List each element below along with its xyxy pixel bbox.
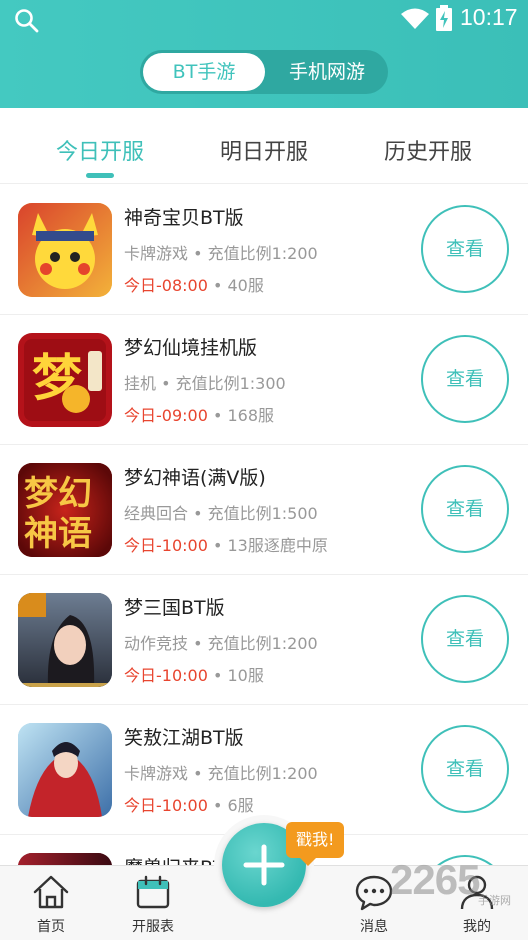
open-time: 今日-08:00 <box>124 276 208 295</box>
game-icon <box>18 853 112 865</box>
view-button[interactable]: 查看 <box>421 595 509 683</box>
game-name: 梦幻仙境挂机版 <box>124 337 258 359</box>
wifi-icon <box>401 8 429 29</box>
game-name: 梦三国BT版 <box>124 597 225 619</box>
view-button[interactable]: 查看 <box>421 205 509 293</box>
game-meta: 动作竞技 • 充值比例1:200 <box>124 634 318 653</box>
category-switch: BT手游 手机网游 <box>140 50 388 94</box>
server-number: • 168服 <box>207 406 275 425</box>
open-time: 今日-10:00 <box>124 666 208 685</box>
open-time: 今日-10:00 <box>124 796 208 815</box>
day-tabs: 今日开服 明日开服 历史开服 <box>0 108 528 184</box>
tab-tomorrow[interactable]: 明日开服 <box>189 134 339 166</box>
open-time: 今日-09:00 <box>124 406 208 425</box>
list-item[interactable]: 梦三国BT版 动作竞技 • 充值比例1:200 今日-10:00 • 10服 查… <box>0 575 528 705</box>
active-tab-indicator <box>86 173 114 178</box>
top-header: 10:17 BT手游 手机网游 <box>0 0 528 108</box>
calendar-icon <box>136 875 170 909</box>
game-name: 梦幻神语(满V版) <box>124 467 266 489</box>
watermark: 2265 手游网 <box>390 856 528 916</box>
view-button[interactable]: 查看 <box>421 335 509 423</box>
view-button[interactable]: 查看 <box>421 725 509 813</box>
nav-home[interactable]: 首页 <box>11 872 91 936</box>
chat-bubble-icon <box>355 875 393 911</box>
server-schedule: 今日-08:00 • 40服 <box>124 272 264 296</box>
watermark-text: 手游网 <box>478 894 511 907</box>
list-item[interactable]: 神奇宝贝BT版 卡牌游戏 • 充值比例1:200 今日-08:00 • 40服 … <box>0 185 528 315</box>
game-name: 魔兽归来BT <box>124 853 225 865</box>
watermark-number: 2265 <box>390 856 480 903</box>
home-icon <box>33 875 69 909</box>
list-item[interactable]: 梦幻 神语 梦幻神语(满V版) 经典回合 • 充值比例1:500 今日-10:0… <box>0 445 528 575</box>
game-name: 笑敖江湖BT版 <box>124 727 244 749</box>
game-icon <box>18 593 112 687</box>
game-icon: 梦 <box>18 333 112 427</box>
server-schedule: 今日-09:00 • 168服 <box>124 402 274 426</box>
svg-text:梦幻: 梦幻 <box>24 474 92 514</box>
tab-today[interactable]: 今日开服 <box>25 134 175 166</box>
nav-label: 我的 <box>463 919 491 935</box>
game-meta: 卡牌游戏 • 充值比例1:200 <box>124 244 318 263</box>
server-number: • 13服逐鹿中原 <box>207 536 328 555</box>
status-bar: 10:17 <box>0 0 528 38</box>
tab-mobile-online-games[interactable]: 手机网游 <box>268 53 386 91</box>
nav-label: 首页 <box>37 919 65 935</box>
open-time: 今日-10:00 <box>124 536 208 555</box>
game-icon <box>18 203 112 297</box>
tab-history[interactable]: 历史开服 <box>353 134 503 166</box>
list-item[interactable]: 梦 梦幻仙境挂机版 挂机 • 充值比例1:300 今日-09:00 • 168服… <box>0 315 528 445</box>
search-icon[interactable] <box>14 8 40 34</box>
battery-icon <box>436 5 452 31</box>
nav-schedule[interactable]: 开服表 <box>113 872 193 936</box>
server-schedule: 今日-10:00 • 13服逐鹿中原 <box>124 532 328 556</box>
svg-text:神语: 神语 <box>24 514 92 554</box>
server-schedule: 今日-10:00 • 6服 <box>124 792 254 816</box>
server-list: 神奇宝贝BT版 卡牌游戏 • 充值比例1:200 今日-08:00 • 40服 … <box>0 185 528 865</box>
server-number: • 6服 <box>207 796 254 815</box>
game-meta: 经典回合 • 充值比例1:500 <box>124 504 318 523</box>
view-button[interactable]: 查看 <box>421 465 509 553</box>
server-number: • 10服 <box>207 666 264 685</box>
game-meta: 挂机 • 充值比例1:300 <box>124 374 286 393</box>
nav-label: 消息 <box>360 919 388 935</box>
game-icon <box>18 723 112 817</box>
tab-bt-games[interactable]: BT手游 <box>143 53 265 91</box>
game-name: 神奇宝贝BT版 <box>124 207 244 229</box>
game-icon: 梦幻 神语 <box>18 463 112 557</box>
nav-label: 开服表 <box>132 919 174 935</box>
game-meta: 卡牌游戏 • 充值比例1:200 <box>124 764 318 783</box>
server-schedule: 今日-10:00 • 10服 <box>124 662 264 686</box>
server-number: • 40服 <box>207 276 264 295</box>
promo-bubble[interactable]: 戳我! <box>286 822 345 866</box>
clock: 10:17 <box>460 4 518 30</box>
